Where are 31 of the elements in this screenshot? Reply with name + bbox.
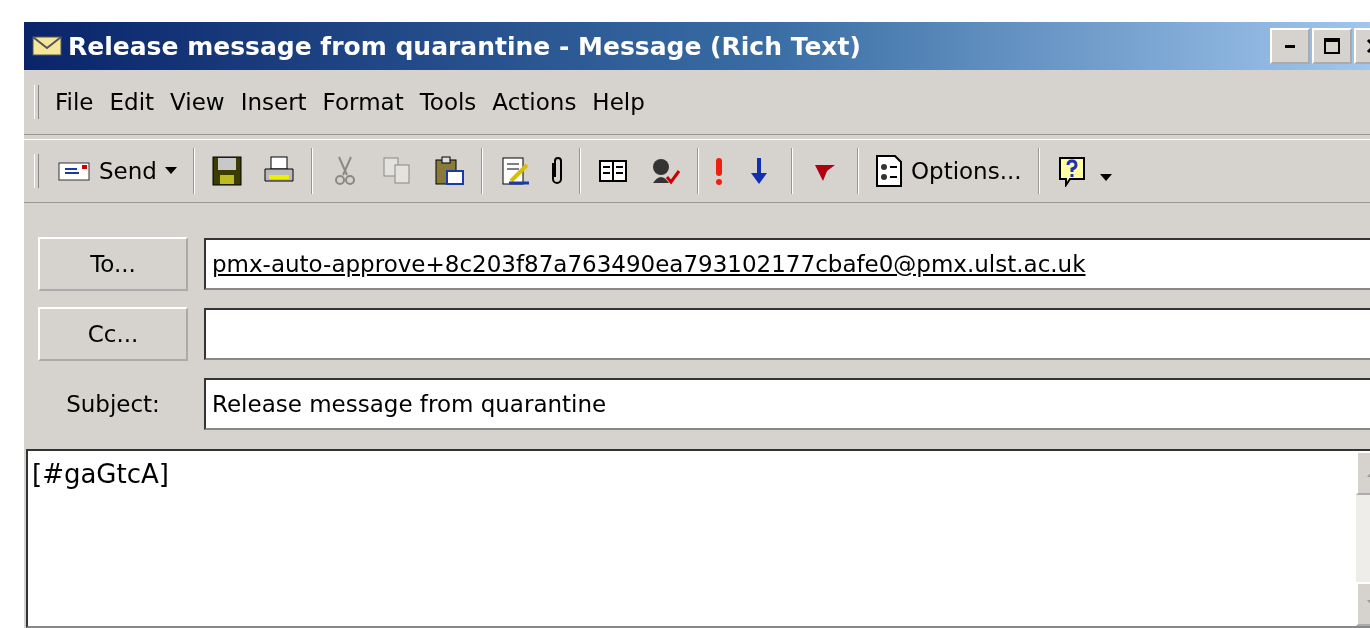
menu-item[interactable]: Actions: [484, 89, 585, 115]
menu-item[interactable]: Help: [584, 89, 653, 115]
minimize-button[interactable]: [1270, 28, 1310, 64]
options-button[interactable]: Options...: [864, 150, 1032, 192]
window-title: Release message from quarantine - Message (Rich Text): [68, 31, 862, 61]
send-button[interactable]: Send: [47, 154, 187, 188]
menu-item[interactable]: View: [162, 89, 233, 115]
menu-item[interactable]: Tools: [411, 89, 485, 115]
save-icon: [210, 155, 243, 187]
caret-icon: [164, 167, 177, 175]
clipboard-icon: [432, 155, 465, 187]
form-icon: [874, 154, 903, 188]
envelope-icon: [57, 160, 91, 182]
field-label: Subject:: [65, 391, 161, 417]
input-field[interactable]: [204, 308, 1370, 360]
address-button[interactable]: Cc...: [38, 307, 188, 361]
address-button[interactable]: To...: [38, 237, 188, 291]
menu-item[interactable]: File: [47, 89, 102, 115]
input-field[interactable]: pmx-auto-approve+8c203f87a763490ea793102177cbafe0@pmx.ulst.ac.uk: [204, 238, 1370, 290]
exclamation-icon: [714, 156, 723, 186]
menu-item[interactable]: Edit: [101, 89, 163, 115]
maximize-button[interactable]: [1312, 28, 1352, 64]
maximize-icon: [1321, 35, 1343, 57]
caret-icon: [1099, 174, 1112, 182]
menu-item[interactable]: Format: [314, 89, 412, 115]
input-field[interactable]: Release message from quarantine: [204, 378, 1370, 430]
envelope-icon: [32, 35, 62, 57]
paperclip-icon: [550, 157, 563, 185]
minimize-icon: [1284, 43, 1296, 49]
menu-item[interactable]: Insert: [232, 89, 315, 115]
copy-icon: [380, 155, 413, 187]
